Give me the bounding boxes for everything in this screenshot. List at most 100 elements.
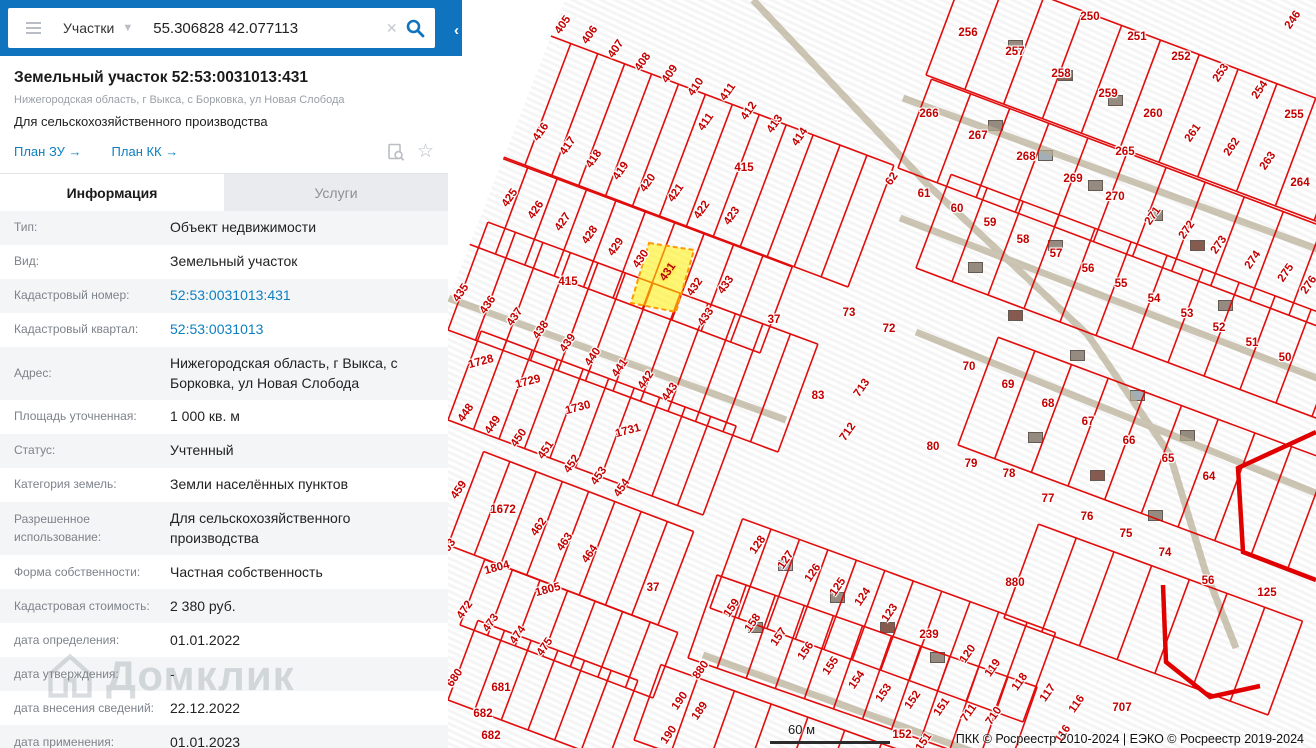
parcel-label[interactable]: 77 [1042,493,1055,505]
info-row-value: Земли населённых пунктов [170,476,349,493]
info-row-value-link[interactable]: 52:53:0031013 [170,313,263,347]
parcel-label[interactable]: 268 [1016,151,1035,163]
info-row: Кадастровый квартал: 52:53:0031013 [0,313,448,347]
parcel-label[interactable]: 252 [1171,51,1190,63]
parcel-label[interactable]: 72 [883,323,896,335]
parcel-label[interactable]: 707 [1112,702,1131,714]
info-row-value: - [170,665,175,682]
parcel-label[interactable]: 80 [927,441,940,453]
parcel-label[interactable]: 83 [812,390,825,402]
search-icon[interactable] [405,18,425,38]
menu-icon[interactable] [26,19,41,37]
parcel-label[interactable]: 56 [1082,263,1095,275]
info-row-label: Кадастровая стоимость: [14,598,150,613]
parcel-label[interactable]: 152 [892,729,911,741]
clear-search-icon[interactable]: × [386,18,397,39]
parcel-label[interactable]: 415 [734,162,753,174]
info-row-label: дата определения: [14,632,120,647]
parcel-label[interactable]: 259 [1098,88,1117,100]
satellite-map[interactable]: 4854054064074084094104114114124134144154… [448,0,1316,748]
info-row-label: Статус: [14,443,56,458]
object-info-panel: Земельный участок 52:53:0031013:431 Ниже… [0,56,448,748]
collapse-panel-button[interactable]: ‹ [454,22,459,39]
document-search-icon[interactable] [387,143,405,161]
parcel-label[interactable]: 258 [1051,68,1070,80]
parcel-label[interactable]: 70 [963,361,976,373]
search-header: Участки ▼ × ‹ [0,0,462,56]
tab-services[interactable]: Услуги [224,174,448,211]
parcel-label[interactable]: 682 [473,708,492,720]
parcel-label[interactable]: 125 [1257,587,1276,599]
parcel-label[interactable]: 239 [919,629,938,641]
parcel-label[interactable]: 58 [1017,234,1030,246]
parcel-label[interactable]: 67 [1082,416,1095,428]
parcel-label[interactable]: 880 [1005,577,1024,589]
parcel-label[interactable]: 1672 [490,504,516,516]
info-row: Вид: Земельный участок [0,245,448,279]
info-row-value: 01.01.2022 [170,631,241,648]
parcel-label[interactable]: 61 [918,188,931,200]
parcel-label[interactable]: 69 [1002,379,1015,391]
search-input[interactable] [151,18,379,38]
parcel-label[interactable]: 52 [1213,322,1226,334]
info-row-label: Площадь уточненная: [14,409,137,424]
parcel-label[interactable]: 270 [1105,191,1124,203]
info-row: дата применения: 01.01.2023 [0,725,448,748]
parcel-label[interactable]: 415 [558,276,577,288]
info-row-value: 1 000 кв. м [170,408,240,425]
scale-bar [770,741,890,744]
parcel-label[interactable]: 66 [1123,435,1136,447]
info-row-value: Учтенный [170,442,234,459]
info-row-value: 2 380 руб. [170,597,236,614]
parcel-label[interactable]: 267 [968,130,987,142]
info-row-label: дата утверждения: [14,666,119,681]
parcel-label[interactable]: 53 [1181,308,1194,320]
parcel-label[interactable]: 681 [491,682,510,694]
info-row-label: Вид: [14,254,40,269]
plan-kk-link[interactable]: План КК → [112,144,179,159]
parcel-label[interactable]: 65 [1162,453,1175,465]
parcel-label[interactable]: 269 [1063,173,1082,185]
parcel-label[interactable]: 266 [919,108,938,120]
scale-label: 60 м [788,722,816,737]
parcel-label[interactable]: 265 [1115,146,1134,158]
search-category-dropdown[interactable]: Участки ▼ [63,20,133,36]
parcel-label[interactable]: 57 [1050,248,1063,260]
parcel-label[interactable]: 55 [1115,278,1128,290]
parcel-label[interactable]: 255 [1284,109,1303,121]
parcel-label[interactable]: 250 [1080,11,1099,23]
info-row-value: Объект недвижимости [170,219,317,236]
parcel-label[interactable]: 74 [1159,547,1172,559]
parcel-label[interactable]: 79 [965,458,978,470]
parcel-label[interactable]: 682 [481,730,500,742]
parcel-label[interactable]: 75 [1120,528,1133,540]
parcel-label[interactable]: 51 [1246,337,1259,349]
object-links: План ЗУ → План КК → ☆ [14,140,434,163]
parcel-boundaries-layer [448,0,1316,748]
parcel-label[interactable]: 73 [843,307,856,319]
search-category-label: Участки [63,20,115,36]
parcel-label[interactable]: 251 [1127,31,1146,43]
parcel-label[interactable]: 68 [1042,398,1055,410]
parcel-label[interactable]: 78 [1003,468,1016,480]
info-row-value-link[interactable]: 52:53:0031013:431 [170,279,291,313]
parcel-label[interactable]: 260 [1143,108,1162,120]
parcel-label[interactable]: 56 [1202,575,1215,587]
plan-zu-link[interactable]: План ЗУ → [14,144,82,159]
info-row-label: Кадастровый номер: [14,288,130,303]
parcel-label[interactable]: 264 [1290,177,1309,189]
parcel-label[interactable]: 37 [647,582,660,594]
parcel-label[interactable]: 59 [984,217,997,229]
parcel-label[interactable]: 76 [1081,511,1094,523]
parcel-label[interactable]: 60 [951,203,964,215]
parcel-label[interactable]: 256 [958,27,977,39]
parcel-label[interactable]: 37 [768,314,781,326]
search-box: Участки ▼ × [8,8,435,48]
parcel-label[interactable]: 54 [1148,293,1161,305]
parcel-label[interactable]: 257 [1005,46,1024,58]
tab-information[interactable]: Информация [0,174,224,211]
favorite-star-icon[interactable]: ☆ [417,140,434,163]
parcel-label[interactable]: 64 [1203,471,1216,483]
parcel-label[interactable]: 50 [1279,352,1292,364]
info-row: Разрешенное использование: Для сельскохоз… [0,502,448,556]
